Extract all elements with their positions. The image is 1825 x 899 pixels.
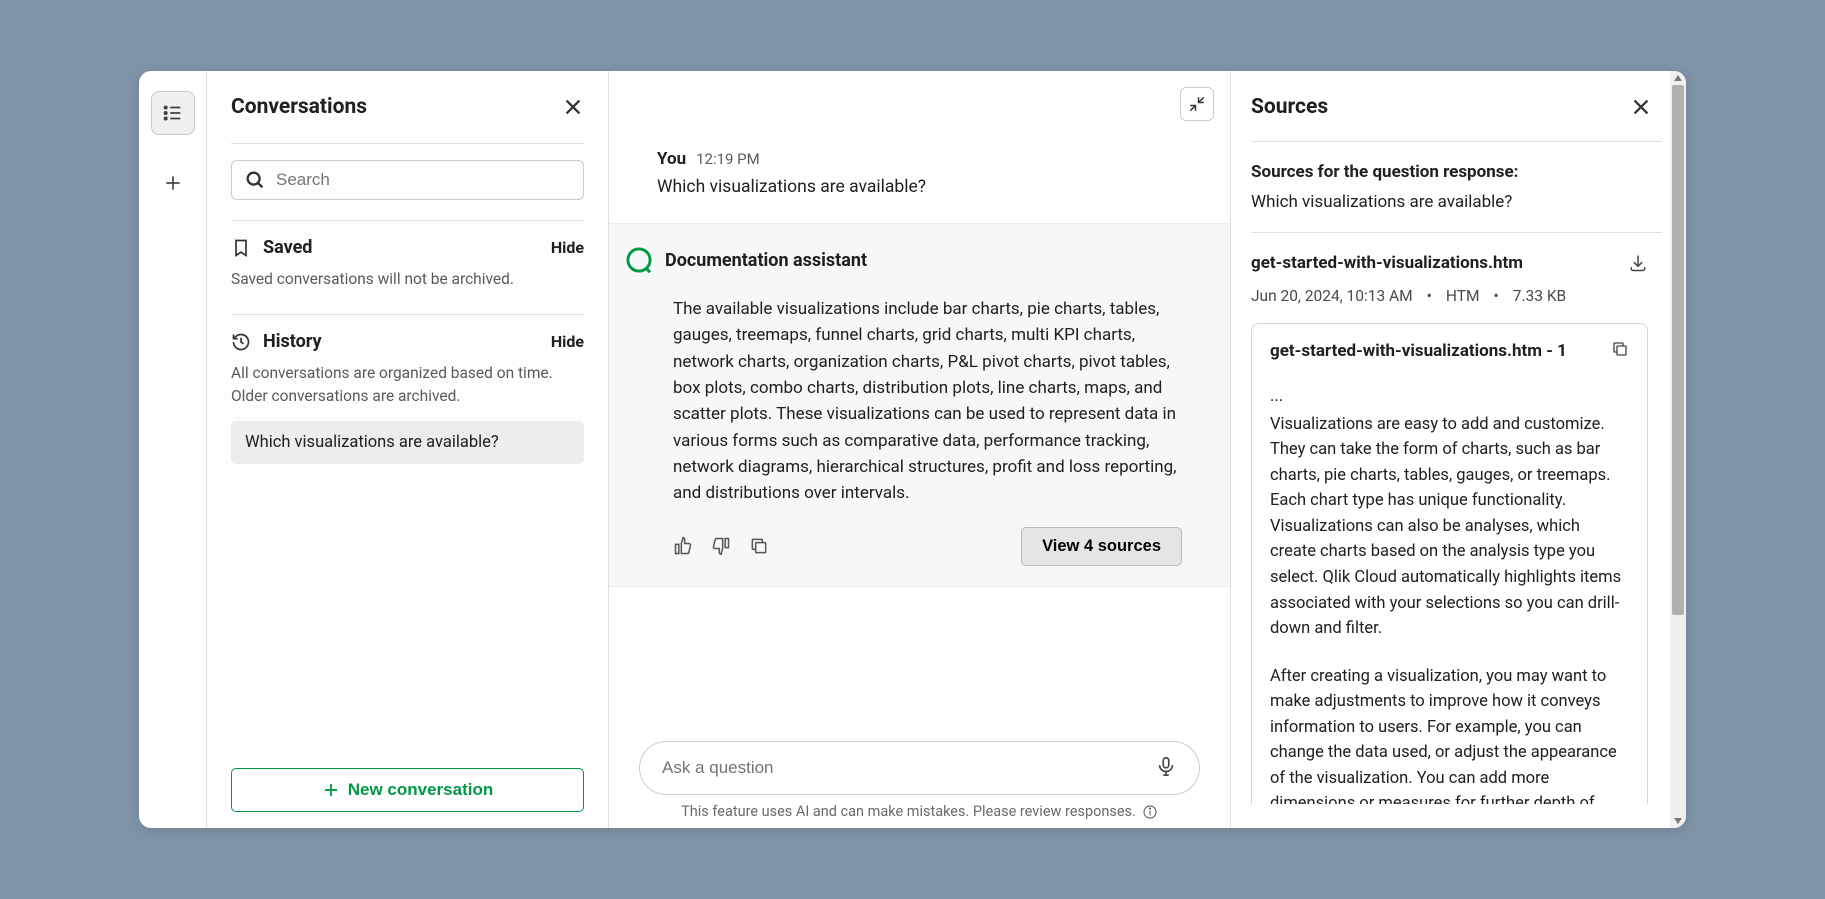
copy-icon	[1611, 340, 1629, 358]
hide-history-button[interactable]: Hide	[551, 332, 584, 351]
collapse-button[interactable]	[1180, 87, 1214, 121]
close-icon	[562, 96, 584, 118]
sources-subtitle: Sources for the question response:	[1251, 162, 1662, 182]
user-name: You	[657, 149, 686, 169]
thumbs-up-icon	[673, 536, 693, 556]
chat-main: You 12:19 PM Which visualizations are av…	[609, 71, 1230, 828]
file-size: 7.33 KB	[1513, 287, 1566, 305]
copy-snippet-button[interactable]	[1611, 340, 1629, 362]
hide-saved-button[interactable]: Hide	[551, 238, 584, 257]
scroll-down-arrow-icon	[1672, 815, 1684, 827]
file-type: HTM	[1446, 287, 1480, 305]
mic-button[interactable]	[1155, 755, 1177, 781]
scroll-up-arrow-icon	[1672, 72, 1684, 84]
assistant-avatar-icon	[625, 246, 653, 274]
conversations-sidebar: Conversations Saved Hide Saved conversat…	[207, 71, 609, 828]
assistant-name: Documentation assistant	[665, 250, 867, 271]
user-time: 12:19 PM	[696, 150, 760, 168]
view-sources-button[interactable]: View 4 sources	[1021, 527, 1182, 566]
list-icon	[162, 102, 184, 124]
saved-label: Saved	[263, 237, 312, 258]
source-file-name: get-started-with-visualizations.htm	[1251, 253, 1523, 273]
snippet-title: get-started-with-visualizations.htm - 1	[1270, 341, 1567, 361]
download-icon	[1628, 253, 1648, 273]
messages-scroll[interactable]: You 12:19 PM Which visualizations are av…	[609, 71, 1230, 727]
collapse-icon	[1188, 95, 1206, 113]
disclaimer-text: This feature uses AI and can make mistak…	[681, 803, 1136, 820]
thumbs-down-button[interactable]	[711, 536, 731, 556]
assistant-message: Documentation assistant The available vi…	[609, 223, 1230, 587]
file-date: Jun 20, 2024, 10:13 AM	[1251, 287, 1413, 305]
source-file-meta: Jun 20, 2024, 10:13 AM • HTM • 7.33 KB	[1251, 287, 1648, 305]
history-item[interactable]: Which visualizations are available?	[231, 421, 584, 464]
info-icon	[1142, 804, 1158, 820]
history-desc: All conversations are organized based on…	[231, 362, 584, 407]
left-rail	[139, 71, 207, 828]
assistant-text: The available visualizations include bar…	[673, 296, 1182, 507]
copy-response-button[interactable]	[749, 536, 769, 556]
close-sidebar-button[interactable]	[562, 96, 584, 118]
search-icon	[244, 169, 266, 191]
bookmark-icon	[231, 238, 251, 258]
user-message: You 12:19 PM Which visualizations are av…	[609, 149, 1230, 223]
question-input-wrap[interactable]	[639, 741, 1200, 795]
close-sources-button[interactable]	[1630, 96, 1652, 118]
search-input-wrap[interactable]	[231, 160, 584, 200]
snippet-card: get-started-with-visualizations.htm - 1 …	[1251, 323, 1648, 804]
input-area: This feature uses AI and can make mistak…	[609, 727, 1230, 828]
sources-title: Sources	[1251, 95, 1328, 119]
close-icon	[1630, 96, 1652, 118]
saved-desc: Saved conversations will not be archived…	[231, 268, 584, 290]
history-label: History	[263, 331, 322, 352]
sources-panel: Sources Sources for the question respons…	[1230, 71, 1670, 828]
question-input[interactable]	[662, 758, 1155, 778]
plus-icon	[163, 173, 183, 193]
mic-icon	[1155, 755, 1177, 777]
conversations-rail-button[interactable]	[151, 91, 195, 135]
thumbs-down-icon	[711, 536, 731, 556]
window-scrollbar[interactable]	[1670, 71, 1686, 828]
snippet-body: ... Visualizations are easy to add and c…	[1270, 384, 1629, 804]
new-conversation-button[interactable]: New conversation	[231, 768, 584, 812]
new-chat-rail-button[interactable]	[151, 161, 195, 205]
sources-question: Which visualizations are available?	[1251, 192, 1662, 233]
app-window: Conversations Saved Hide Saved conversat…	[139, 71, 1686, 828]
snippet-p2: After creating a visualization, you may …	[1270, 664, 1629, 804]
history-icon	[231, 332, 251, 352]
snippet-p1: Visualizations are easy to add and custo…	[1270, 412, 1629, 642]
sources-scroll[interactable]: get-started-with-visualizations.htm Jun …	[1251, 253, 1662, 804]
scrollbar-thumb[interactable]	[1672, 85, 1684, 615]
search-input[interactable]	[276, 170, 571, 190]
disclaimer: This feature uses AI and can make mistak…	[639, 803, 1200, 820]
copy-icon	[749, 536, 769, 556]
user-text: Which visualizations are available?	[657, 177, 1182, 197]
download-button[interactable]	[1628, 253, 1648, 277]
plus-icon	[322, 781, 340, 799]
snippet-ellipsis: ...	[1270, 384, 1629, 410]
new-conversation-label: New conversation	[348, 780, 494, 800]
thumbs-up-button[interactable]	[673, 536, 693, 556]
sidebar-title: Conversations	[231, 95, 367, 119]
